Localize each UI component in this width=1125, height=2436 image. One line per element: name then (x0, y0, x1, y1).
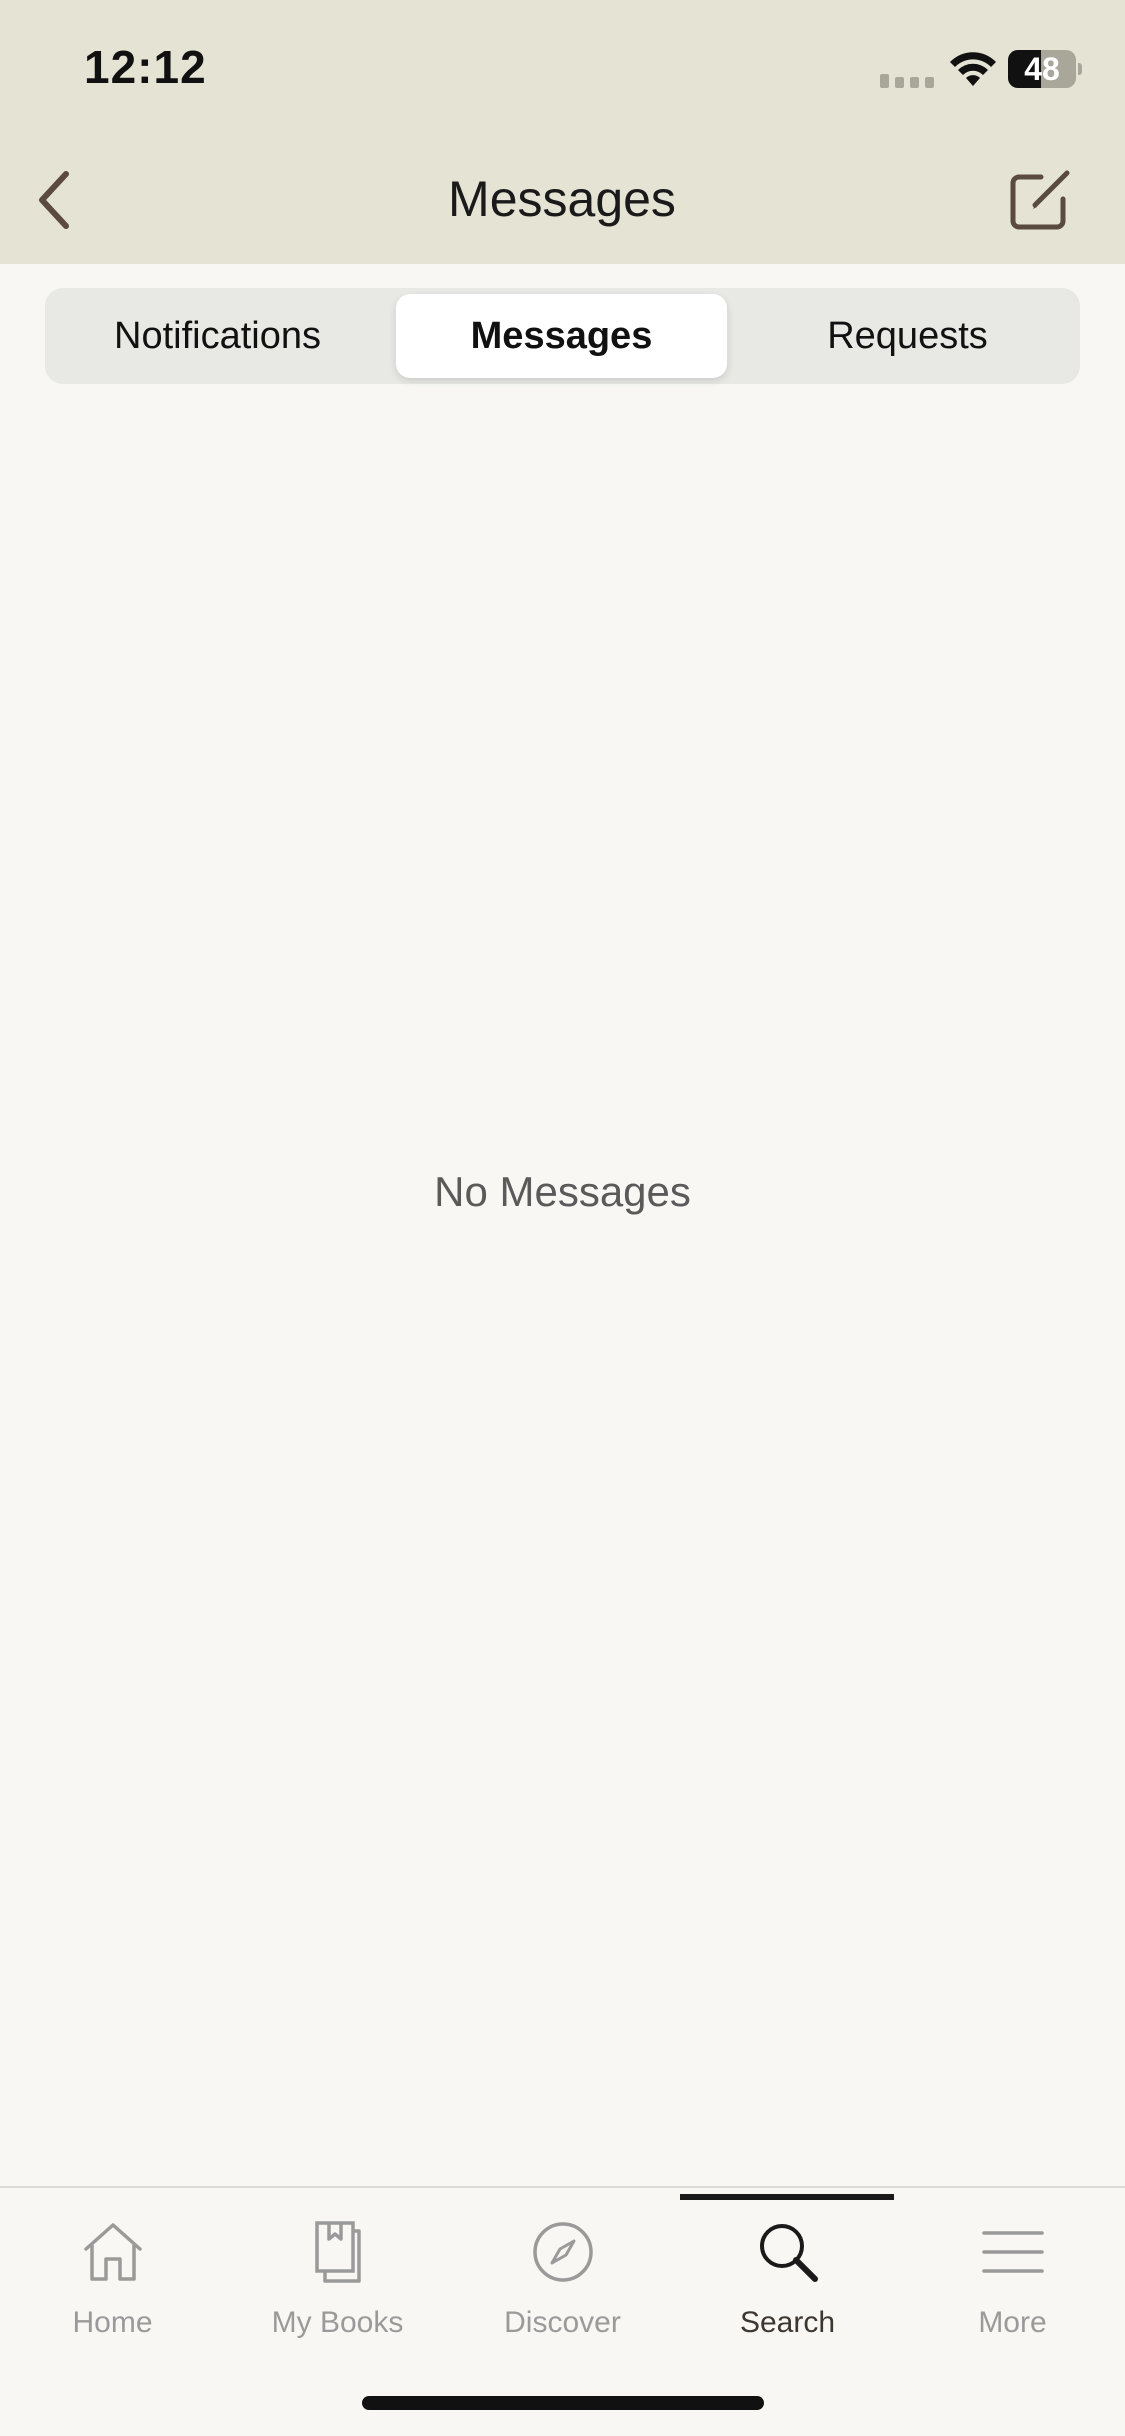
tab-search[interactable]: Search (675, 2212, 900, 2362)
tab-home-label: Home (72, 2306, 153, 2339)
header: 12:12 48 Messages (0, 0, 1125, 264)
tab-more[interactable]: More (900, 2212, 1125, 2362)
home-icon (0, 2212, 225, 2292)
back-button[interactable] (14, 160, 94, 240)
status-bar: 12:12 48 (0, 0, 1125, 140)
tab-my-books[interactable]: My Books (225, 2212, 450, 2362)
books-icon (225, 2212, 450, 2292)
tab-my-books-label: My Books (271, 2306, 404, 2339)
menu-icon (900, 2212, 1125, 2292)
compose-icon (1010, 170, 1070, 230)
search-icon (675, 2212, 900, 2292)
active-tab-indicator (680, 2194, 894, 2200)
home-indicator[interactable] (362, 2396, 764, 2410)
tab-discover-label: Discover (504, 2306, 621, 2339)
tab-more-label: More (978, 2306, 1047, 2339)
battery-cap (1078, 63, 1082, 75)
cellular-signal-icon (880, 74, 934, 88)
compass-icon (450, 2212, 675, 2292)
segment-requests[interactable]: Requests (735, 294, 1080, 378)
tab-discover[interactable]: Discover (450, 2212, 675, 2362)
tab-search-label: Search (739, 2306, 836, 2339)
page-title: Messages (448, 171, 676, 227)
battery-body: 48 (1008, 50, 1076, 88)
app-screen: 12:12 48 Messages Notifications Messages… (0, 0, 1125, 2436)
segment-messages[interactable]: Messages (396, 294, 727, 378)
status-time: 12:12 (84, 41, 207, 93)
nav-bar: Messages (0, 140, 1125, 264)
segment-notifications[interactable]: Notifications (45, 294, 390, 378)
battery-icon: 48 (1008, 50, 1082, 88)
battery-percentage: 48 (1024, 51, 1060, 87)
wifi-icon (950, 52, 996, 86)
chevron-left-icon (39, 171, 69, 229)
segmented-control: Notifications Messages Requests (45, 288, 1080, 384)
tab-home[interactable]: Home (0, 2212, 225, 2362)
compose-button[interactable] (1000, 160, 1080, 240)
empty-state-message: No Messages (434, 1168, 691, 1215)
